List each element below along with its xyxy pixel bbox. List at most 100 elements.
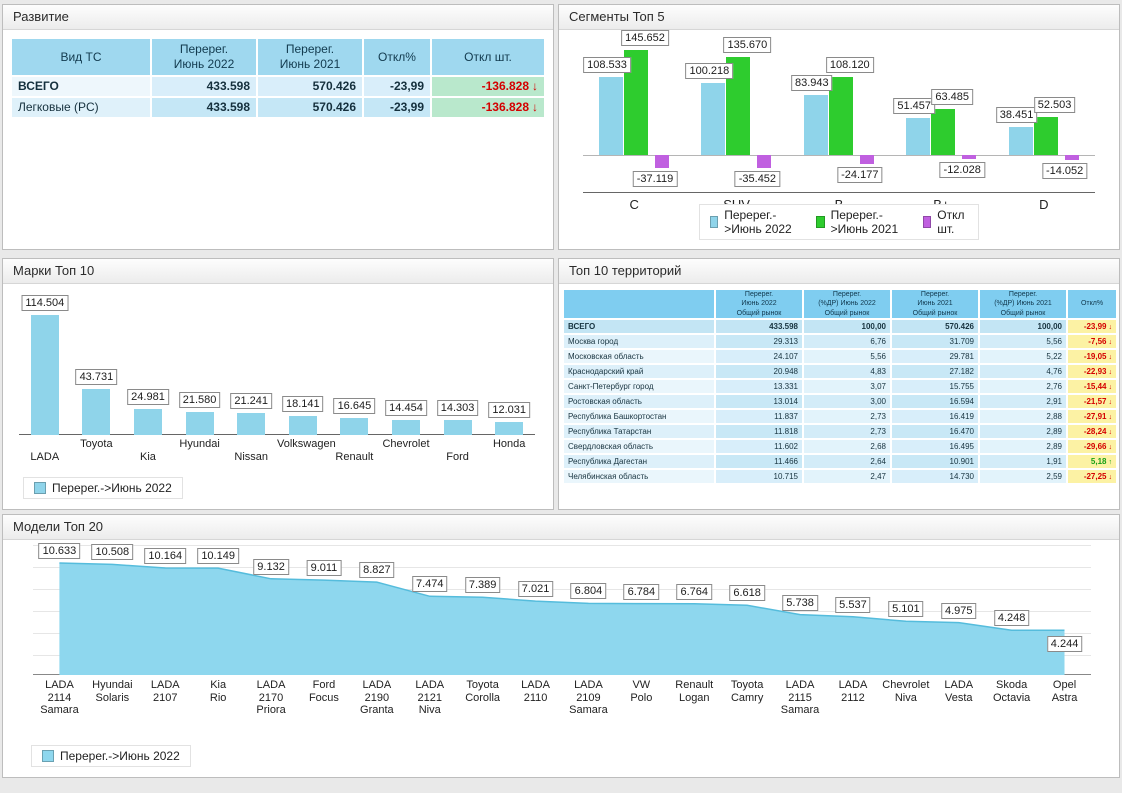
cell-jun2021[interactable]: 570.426 — [257, 76, 363, 97]
cell-jun2021[interactable]: 570.426 — [891, 319, 979, 334]
axis-label-Chevrolet-Niva[interactable]: Chevrolet Niva — [879, 679, 933, 704]
bar-Kia[interactable] — [134, 409, 162, 435]
cell-share2022[interactable]: 2,68 — [803, 439, 891, 454]
cell-otkl-pct[interactable]: -22,93↓ — [1067, 364, 1117, 379]
cell-share2021[interactable]: 4,76 — [979, 364, 1067, 379]
cell-share2022[interactable]: 2,73 — [803, 409, 891, 424]
bar-Toyota[interactable] — [82, 389, 110, 435]
bar-Nissan[interactable] — [237, 413, 265, 435]
cell-jun2021[interactable]: 16.495 — [891, 439, 979, 454]
bar-2022-SUV[interactable] — [701, 83, 725, 155]
row-label[interactable]: ВСЕГО — [11, 76, 151, 97]
cell-otkl-pct[interactable]: -27,25↓ — [1067, 469, 1117, 484]
axis-label-Renault[interactable]: Renault — [329, 451, 381, 463]
cell-jun2022[interactable]: 24.107 — [715, 349, 803, 364]
axis-label-LADA[interactable]: LADA — [19, 451, 71, 463]
cell-jun2021[interactable]: 31.709 — [891, 334, 979, 349]
row-label[interactable]: Москва город — [563, 334, 715, 349]
axis-label-LADA-2190-Granta[interactable]: LADA 2190 Granta — [350, 679, 404, 717]
bar-Ford[interactable] — [444, 420, 472, 435]
cell-jun2022[interactable]: 11.602 — [715, 439, 803, 454]
axis-label-Ford-Focus[interactable]: Ford Focus — [297, 679, 351, 704]
column-header[interactable]: Перерег. (%ДР) Июнь 2022 Общий рынок — [803, 289, 891, 319]
axis-label-Honda[interactable]: Honda — [483, 438, 535, 450]
bar-2022-B+[interactable] — [906, 118, 930, 155]
axis-label-Hyundai[interactable]: Hyundai — [174, 438, 226, 450]
bar-Renault[interactable] — [340, 418, 368, 435]
bar-Volkswagen[interactable] — [289, 416, 317, 435]
axis-label-LADA-2109-Samara[interactable]: LADA 2109 Samara — [561, 679, 615, 717]
column-header[interactable] — [563, 289, 715, 319]
bar-2022-B[interactable] — [804, 95, 828, 155]
cell-jun2021[interactable]: 15.755 — [891, 379, 979, 394]
panel-models-header[interactable]: Модели Топ 20 — [3, 515, 1119, 540]
bar-LADA[interactable] — [31, 315, 59, 435]
cell-jun2022[interactable]: 20.948 — [715, 364, 803, 379]
cell-otkl-pct[interactable]: -21,57↓ — [1067, 394, 1117, 409]
cell-share2021[interactable]: 5,22 — [979, 349, 1067, 364]
row-label[interactable]: Челябинская область — [563, 469, 715, 484]
row-label[interactable]: Санкт-Петербург город — [563, 379, 715, 394]
legend-item[interactable]: Перерег.->Июнь 2022 — [34, 481, 172, 495]
axis-label-LADA-2114-Samara[interactable]: LADA 2114 Samara — [32, 679, 86, 717]
cell-share2021[interactable]: 2,89 — [979, 424, 1067, 439]
bar-2022-D[interactable] — [1009, 127, 1033, 155]
cell-otkl-pct[interactable]: 5,18↑ — [1067, 454, 1117, 469]
axis-label-Ford[interactable]: Ford — [432, 451, 484, 463]
legend-item[interactable]: Откл шт. — [923, 208, 968, 236]
row-label[interactable]: Республика Дагестан — [563, 454, 715, 469]
bar-2022-C[interactable] — [599, 77, 623, 155]
bar-diff-B[interactable] — [860, 155, 874, 164]
cell-otkl-pct[interactable]: -28,24↓ — [1067, 424, 1117, 439]
column-header[interactable]: Откл% — [363, 38, 431, 76]
cell-jun2022[interactable]: 433.598 — [151, 97, 257, 118]
bar-diff-B+[interactable] — [962, 155, 976, 159]
cell-jun2022[interactable]: 433.598 — [715, 319, 803, 334]
axis-label-Volkswagen[interactable]: Volkswagen — [277, 438, 329, 450]
row-label[interactable]: Легковые (PC) — [11, 97, 151, 118]
cell-share2022[interactable]: 6,76 — [803, 334, 891, 349]
row-label[interactable]: Краснодарский край — [563, 364, 715, 379]
cell-jun2022[interactable]: 11.818 — [715, 424, 803, 439]
cell-share2021[interactable]: 2,59 — [979, 469, 1067, 484]
cell-jun2022[interactable]: 11.466 — [715, 454, 803, 469]
cell-share2022[interactable]: 3,07 — [803, 379, 891, 394]
cell-share2021[interactable]: 1,91 — [979, 454, 1067, 469]
column-header[interactable]: Перерег. Июнь 2022 Общий рынок — [715, 289, 803, 319]
cell-otkl-units[interactable]: -136.828↓ — [431, 76, 545, 97]
legend-item[interactable]: Перерег.->Июнь 2022 — [710, 208, 798, 236]
cell-jun2021[interactable]: 10.901 — [891, 454, 979, 469]
axis-label-Chevrolet[interactable]: Chevrolet — [380, 438, 432, 450]
cell-otkl-units[interactable]: -136.828↓ — [431, 97, 545, 118]
cell-jun2021[interactable]: 16.470 — [891, 424, 979, 439]
legend-item[interactable]: Перерег.->Июнь 2021 — [816, 208, 904, 236]
axis-label-LADA-2170-Priora[interactable]: LADA 2170 Priora — [244, 679, 298, 717]
axis-label-Renault-Logan[interactable]: Renault Logan — [667, 679, 721, 704]
panel-development-header[interactable]: Развитие — [3, 5, 553, 30]
cell-jun2021[interactable]: 16.594 — [891, 394, 979, 409]
cell-otkl-pct[interactable]: -19,05↓ — [1067, 349, 1117, 364]
panel-territories-header[interactable]: Топ 10 территорий — [559, 259, 1119, 284]
row-label[interactable]: ВСЕГО — [563, 319, 715, 334]
cell-share2021[interactable]: 100,00 — [979, 319, 1067, 334]
cell-jun2022[interactable]: 13.331 — [715, 379, 803, 394]
bar-diff-D[interactable] — [1065, 155, 1079, 160]
axis-label-Toyota[interactable]: Toyota — [71, 438, 123, 450]
cell-share2022[interactable]: 4,83 — [803, 364, 891, 379]
column-header[interactable]: Перерег. Июнь 2022 — [151, 38, 257, 76]
cell-jun2022[interactable]: 29.313 — [715, 334, 803, 349]
bar-diff-C[interactable] — [655, 155, 669, 168]
column-header[interactable]: Перерег. Июнь 2021 Общий рынок — [891, 289, 979, 319]
cell-share2022[interactable]: 100,00 — [803, 319, 891, 334]
axis-label-Nissan[interactable]: Nissan — [225, 451, 277, 463]
cell-share2021[interactable]: 2,76 — [979, 379, 1067, 394]
cell-jun2021[interactable]: 16.419 — [891, 409, 979, 424]
column-header[interactable]: Вид ТС — [11, 38, 151, 76]
legend-item[interactable]: Перерег.->Июнь 2022 — [42, 749, 180, 763]
cell-otkl-pct[interactable]: -7,56↓ — [1067, 334, 1117, 349]
bar-2021-B+[interactable] — [931, 109, 955, 155]
cell-share2021[interactable]: 2,88 — [979, 409, 1067, 424]
column-header[interactable]: Откл% — [1067, 289, 1117, 319]
cell-jun2022[interactable]: 13.014 — [715, 394, 803, 409]
panel-segments-header[interactable]: Сегменты Топ 5 — [559, 5, 1119, 30]
